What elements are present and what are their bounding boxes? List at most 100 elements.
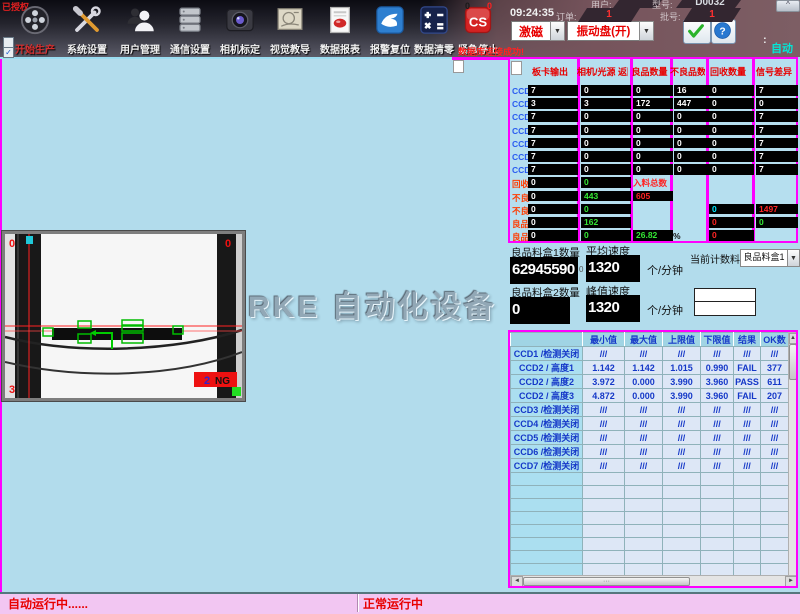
toolbar-button-label: 视觉教导 xyxy=(270,41,310,56)
current-box-select-arrow[interactable]: ▼ xyxy=(787,249,800,267)
toolbar-button-label: 用户管理 xyxy=(120,41,160,56)
measure-cell: 0.990 xyxy=(701,361,734,375)
measure-cell: /// xyxy=(583,431,625,445)
peak-speed-value: 1320 xyxy=(586,295,640,322)
toolbar-button-6[interactable]: 视觉教导 xyxy=(263,5,317,56)
counter-cell-suffix: % xyxy=(673,231,681,241)
measure-cell xyxy=(625,551,663,564)
measure-cell: FAIL xyxy=(734,361,761,375)
tools-icon xyxy=(72,5,102,40)
measure-row: CCD1 /检测关闭////////////////// xyxy=(511,347,789,361)
cam-count-top-left: 0 xyxy=(9,238,15,250)
counter-cell: 7 xyxy=(528,85,578,96)
counter-cell: 0 xyxy=(581,230,631,241)
measure-cell xyxy=(734,512,761,525)
measure-vscrollbar[interactable]: ▲ xyxy=(788,332,798,577)
measure-cell: /// xyxy=(761,347,789,361)
order-field[interactable]: 1 xyxy=(578,8,640,22)
spare-input-2[interactable] xyxy=(694,301,756,316)
svg-text:CS: CS xyxy=(469,14,487,29)
measure-cell: /// xyxy=(625,459,663,473)
measure-cell xyxy=(663,486,701,499)
measure-row: CCD2 / 高度23.9720.0003.9903.960PASS611 xyxy=(511,375,789,389)
measure-cell: 3.960 xyxy=(701,375,734,389)
counter-cell: 16 xyxy=(674,85,709,96)
mode-combo-jici[interactable]: 激磁 xyxy=(511,21,551,41)
counter-header: 板卡输出 xyxy=(524,65,576,78)
cam-count-bottom-left: 3 xyxy=(9,384,15,396)
marker-flag xyxy=(26,236,33,244)
measure-cell xyxy=(583,538,625,551)
counter-cell: 0 xyxy=(709,111,754,122)
model-field[interactable]: D0032 xyxy=(676,0,744,8)
check-icon xyxy=(685,21,707,40)
box1-count-value: 62945590 xyxy=(510,257,578,284)
measure-cell: 0.000 xyxy=(625,375,663,389)
measure-cell: /// xyxy=(663,459,701,473)
measure-cell: 3.990 xyxy=(663,375,701,389)
camera-view: 0 0 3 2 NG xyxy=(2,231,245,401)
counter-cell: 0 xyxy=(709,98,754,109)
toolbar-button-1[interactable]: 开始生产 xyxy=(8,5,62,56)
mode-combo-jici-arrow[interactable]: ▼ xyxy=(550,21,565,41)
counter-cell: 0 xyxy=(581,85,631,96)
counter-cell: 443 xyxy=(581,191,631,202)
measure-cell xyxy=(761,486,789,499)
batch-field[interactable]: 1 xyxy=(683,8,741,22)
current-box-select[interactable]: 良品料盒1 xyxy=(740,249,788,267)
toolbar-button-5[interactable]: 相机标定 xyxy=(213,5,267,56)
measure-empty-row xyxy=(511,525,789,538)
counter-cell: 0 xyxy=(528,204,578,215)
measure-cell xyxy=(734,525,761,538)
counter-cell: 0 xyxy=(581,164,631,175)
counter-cell: 0 xyxy=(709,85,754,96)
mode-combo-vibrator[interactable]: 振动盘(开) xyxy=(567,21,640,41)
measure-row: CCD5 /检测关闭////////////////// xyxy=(511,431,789,445)
counter-cell: 0 xyxy=(528,191,578,202)
measure-cell: /// xyxy=(761,445,789,459)
mode-combo-vibrator-arrow[interactable]: ▼ xyxy=(639,21,654,41)
toolbar-button-7[interactable]: 数据报表 xyxy=(313,5,367,56)
measure-cell xyxy=(583,512,625,525)
counter-cell: 7 xyxy=(528,151,578,162)
toolbar-button-2[interactable]: 系统设置 xyxy=(60,5,114,56)
measure-cell xyxy=(583,525,625,538)
toolbar-button-4[interactable]: 通信设置 xyxy=(163,5,217,56)
measure-row: CCD7 /检测关闭////////////////// xyxy=(511,459,789,473)
measure-cell: /// xyxy=(663,403,701,417)
counter-cell: 0 xyxy=(528,177,578,188)
measure-cell: /// xyxy=(734,417,761,431)
measure-cell: 1.142 xyxy=(583,361,625,375)
measure-row-label xyxy=(511,525,583,538)
measure-cell: /// xyxy=(701,403,734,417)
measure-cell: /// xyxy=(734,347,761,361)
measure-cell xyxy=(625,538,663,551)
measure-cell xyxy=(701,525,734,538)
measure-row-label: CCD6 /检测关闭 xyxy=(511,445,583,459)
measure-cell xyxy=(701,486,734,499)
measure-cell xyxy=(625,512,663,525)
toolbar-button-label: 数据清零 xyxy=(414,41,454,56)
measure-cell: /// xyxy=(625,417,663,431)
counter-cell: 0 xyxy=(709,164,754,175)
collapse-button[interactable]: ^ xyxy=(776,0,800,12)
counter-header: 良品数量 xyxy=(629,65,670,78)
measure-row: CCD4 /检测关闭////////////////// xyxy=(511,417,789,431)
measure-hscrollbar[interactable]: ◄ ··· ► xyxy=(510,575,798,588)
cam-count-top-right: 0 xyxy=(225,238,231,250)
measure-cell: 0.000 xyxy=(625,389,663,403)
counter-cell: 0 xyxy=(709,138,754,149)
reel-icon xyxy=(20,5,50,40)
auto-mode-label: 自动 xyxy=(771,40,793,56)
measure-row-label: CCD1 /检测关闭 xyxy=(511,347,583,361)
report-icon xyxy=(325,5,355,40)
measure-cell: /// xyxy=(625,347,663,361)
measure-empty-row xyxy=(511,499,789,512)
toolbar-button-3[interactable]: 用户管理 xyxy=(113,5,167,56)
counter-cell: 0 xyxy=(674,151,709,162)
confirm-button[interactable] xyxy=(683,19,711,44)
measure-empty-row xyxy=(511,473,789,486)
counter-cell: 0 xyxy=(674,125,709,136)
help-button[interactable]: ? xyxy=(711,19,736,44)
measure-cell xyxy=(663,512,701,525)
